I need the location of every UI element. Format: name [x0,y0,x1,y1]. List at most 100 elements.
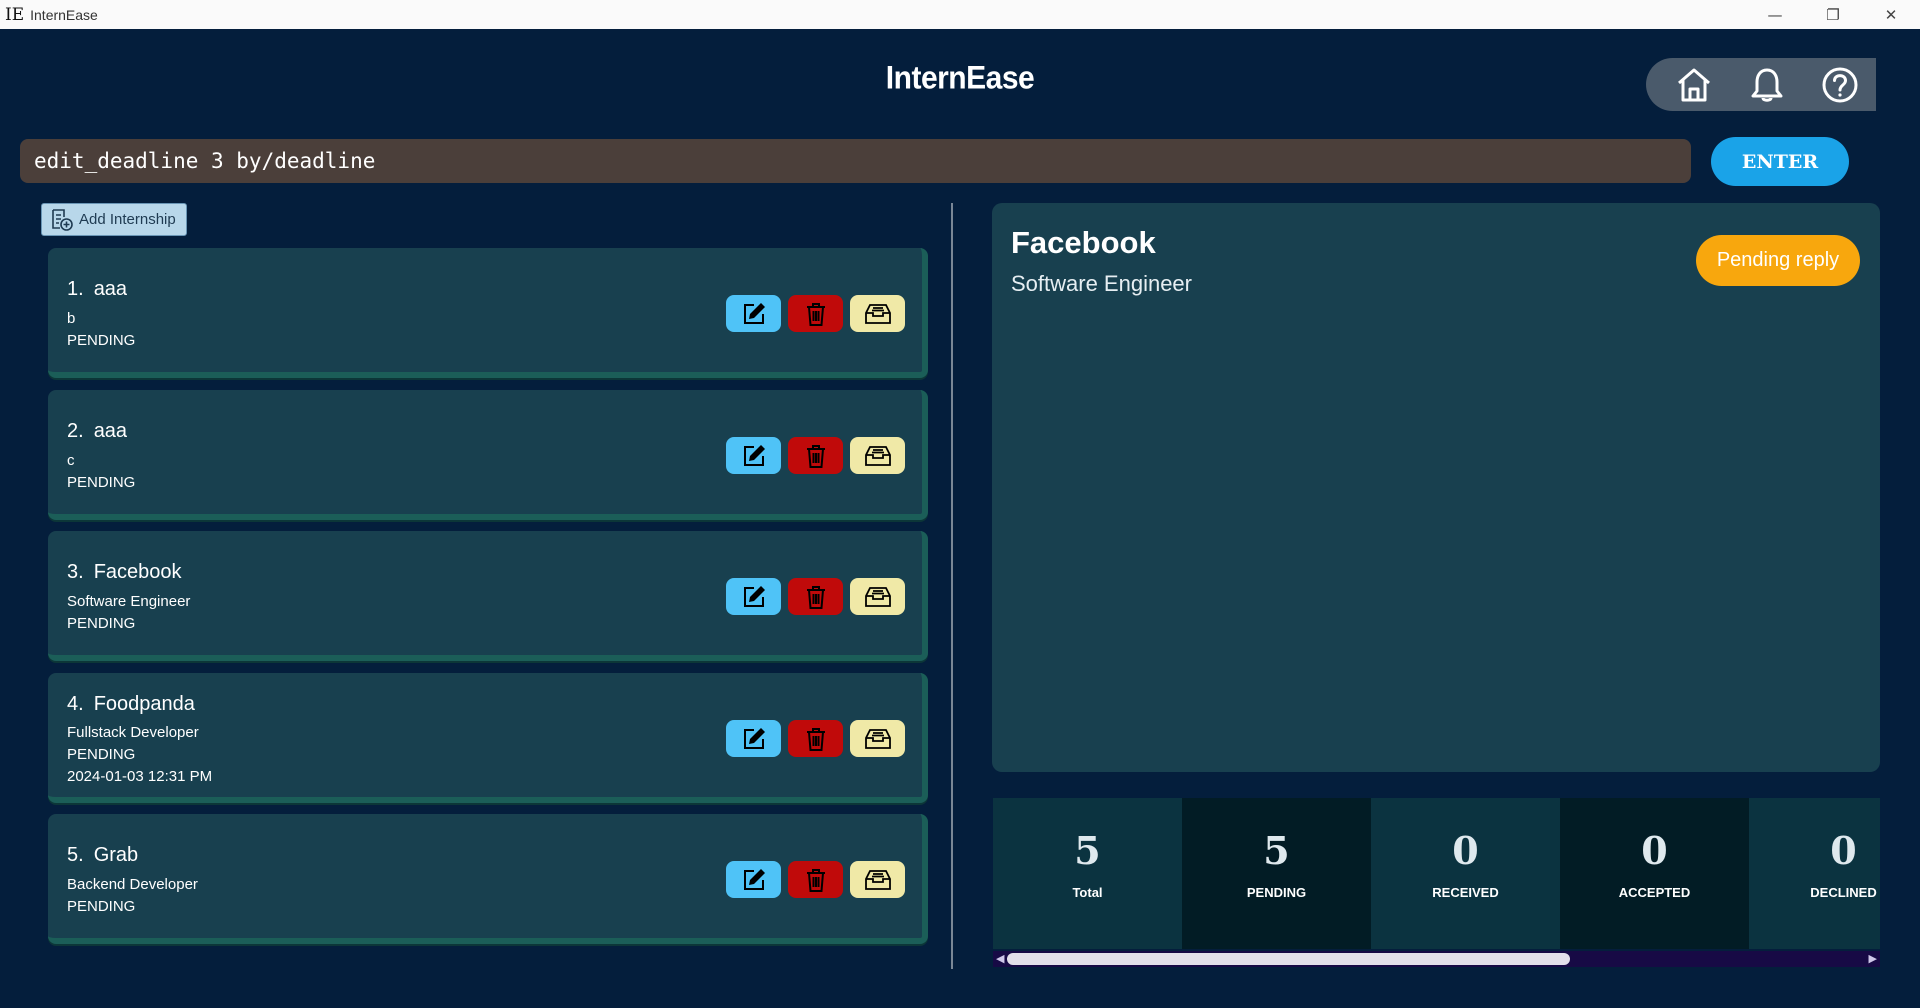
stat-value: 0 [1830,828,1857,873]
internship-card[interactable]: 5. Grab Backend Developer PENDING [48,814,928,944]
detail-company: Facebook [1011,225,1156,260]
archive-button[interactable] [850,578,905,615]
card-title: 4. Foodpanda [67,693,195,716]
stats-scrollbar[interactable]: ◀ ▶ [993,951,1880,967]
card-role: Software Engineer [67,593,191,610]
card-company: Foodpanda [93,693,195,715]
card-status: PENDING [67,615,136,632]
internship-card[interactable]: 1. aaa b PENDING [48,248,928,378]
edit-button[interactable] [726,720,781,757]
stat-received: 0 RECEIVED [1371,798,1560,949]
app-icon: IE [5,4,25,25]
nav-bar [1646,58,1876,111]
card-role: Fullstack Developer [67,724,199,741]
card-index: 2. [67,420,84,442]
stat-label: Total [1072,885,1103,900]
card-actions [726,861,905,898]
card-role: c [67,452,75,469]
app-title: InternEase [885,60,1035,97]
delete-button[interactable] [788,861,843,898]
internship-card[interactable]: 3. Facebook Software Engineer PENDING [48,531,928,661]
add-internship-button[interactable]: Add Internship [41,203,187,236]
delete-button[interactable] [788,578,843,615]
close-button[interactable]: ✕ [1862,0,1920,29]
card-company: aaa [93,278,128,300]
trash-icon [806,868,825,892]
archive-icon [864,728,891,749]
card-role: Backend Developer [67,876,198,893]
card-actions [726,578,905,615]
edit-icon [743,444,765,466]
card-title: 1. aaa [67,278,127,301]
stat-value: 5 [1263,828,1290,873]
notifications-button[interactable] [1742,60,1792,110]
stat-label: PENDING [1246,885,1307,900]
edit-button[interactable] [726,861,781,898]
edit-icon [743,302,765,324]
archive-icon [864,303,891,324]
add-document-icon [52,208,73,231]
internship-card[interactable]: 4. Foodpanda Fullstack Developer PENDING … [48,673,928,803]
stat-value: 5 [1074,828,1101,873]
scroll-right-icon[interactable]: ▶ [1869,951,1877,967]
window-title: InternEase [30,6,98,23]
edit-icon [743,868,765,890]
window-controls: — ❐ ✕ [1746,0,1920,29]
archive-button[interactable] [850,437,905,474]
stat-value: 0 [1641,828,1668,873]
card-status: PENDING [67,898,136,915]
trash-icon [806,727,825,751]
stat-total: 5 Total [993,798,1182,949]
window-titlebar: IE InternEase — ❐ ✕ [0,0,1920,29]
minimize-button[interactable]: — [1746,0,1804,29]
card-actions [726,720,905,757]
card-title: 2. aaa [67,420,127,443]
archive-button[interactable] [850,720,905,757]
stat-pending: 5 PENDING [1182,798,1371,949]
delete-button[interactable] [788,720,843,757]
detail-panel: Facebook Software Engineer Pending reply [992,203,1880,772]
stat-value: 0 [1452,828,1479,873]
internship-card[interactable]: 2. aaa c PENDING [48,390,928,520]
enter-button[interactable]: ENTER [1711,137,1849,186]
archive-button[interactable] [850,295,905,332]
card-status: PENDING [67,474,136,491]
card-role: b [67,310,76,327]
stat-label: DECLINED [1810,885,1877,900]
trash-icon [806,302,825,326]
delete-button[interactable] [788,295,843,332]
stat-accepted: 0 ACCEPTED [1560,798,1749,949]
panel-divider [951,203,953,969]
scrollbar-thumb[interactable] [1007,953,1570,965]
card-actions [726,295,905,332]
maximize-button[interactable]: ❐ [1804,0,1862,29]
stat-label: RECEIVED [1432,885,1499,900]
card-status: PENDING [67,746,136,763]
card-index: 3. [67,561,84,583]
card-actions [726,437,905,474]
card-deadline: 2024-01-03 12:31 PM [67,768,213,785]
edit-icon [743,727,765,749]
edit-button[interactable] [726,437,781,474]
home-button[interactable] [1669,60,1719,110]
stat-declined: 0 DECLINED [1749,798,1880,949]
archive-icon [864,869,891,890]
edit-button[interactable] [726,578,781,615]
bell-icon [1751,68,1783,102]
trash-icon [806,444,825,468]
card-title: 5. Grab [67,844,138,867]
trash-icon [806,585,825,609]
archive-button[interactable] [850,861,905,898]
command-input[interactable]: edit_deadline 3 by/deadline [20,139,1691,183]
help-button[interactable] [1815,60,1865,110]
scroll-left-icon[interactable]: ◀ [996,951,1004,967]
edit-button[interactable] [726,295,781,332]
card-index: 4. [67,693,84,715]
card-company: aaa [93,420,128,442]
card-status: PENDING [67,332,136,349]
detail-role: Software Engineer [1011,271,1192,296]
card-index: 5. [67,844,84,866]
edit-icon [743,585,765,607]
help-icon [1822,67,1858,102]
delete-button[interactable] [788,437,843,474]
